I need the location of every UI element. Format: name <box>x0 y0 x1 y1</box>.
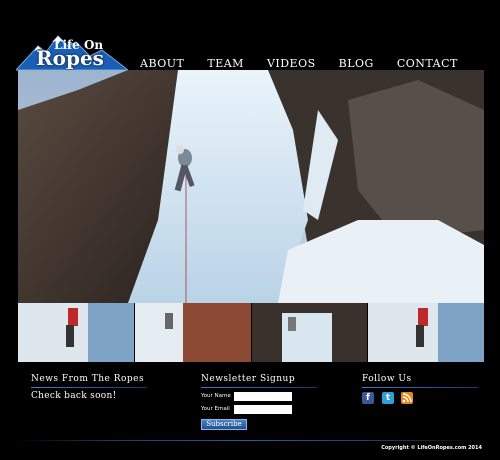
footer-divider <box>18 440 484 441</box>
thumbnail-2[interactable] <box>134 303 251 362</box>
nav-about[interactable]: ABOUT <box>140 57 184 70</box>
thumbnail-1[interactable] <box>18 303 134 362</box>
nav-contact[interactable]: CONTACT <box>397 57 458 70</box>
nav-blog[interactable]: BLOG <box>339 57 374 70</box>
news-text: Check back soon! <box>31 391 117 401</box>
copyright-text: Copyright © LifeOnRopes.com 2014 <box>381 445 482 451</box>
nav-videos[interactable]: VIDEOS <box>267 57 316 70</box>
email-field[interactable] <box>234 405 292 414</box>
twitter-icon[interactable]: t <box>382 392 394 404</box>
name-label: Your Name <box>201 393 231 399</box>
subscribe-button[interactable]: Subscribe <box>201 419 247 430</box>
main-nav: ABOUT TEAM VIDEOS BLOG CONTACT <box>140 57 481 70</box>
hero-image <box>18 70 484 303</box>
facebook-icon[interactable]: f <box>362 392 374 404</box>
site-logo[interactable]: Life On Ropes <box>16 32 128 72</box>
email-label: Your Email <box>201 406 230 412</box>
news-heading: News From The Ropes <box>31 374 148 388</box>
thumbnail-3[interactable] <box>251 303 368 362</box>
logo-text-main: Ropes <box>36 46 104 70</box>
nav-team[interactable]: TEAM <box>207 57 244 70</box>
follow-heading: Follow Us <box>362 374 478 388</box>
rss-icon[interactable] <box>401 392 413 404</box>
thumbnail-strip <box>18 303 484 362</box>
thumbnail-4[interactable] <box>368 303 484 362</box>
newsletter-heading: Newsletter Signup <box>201 374 318 388</box>
name-field[interactable] <box>234 392 292 401</box>
